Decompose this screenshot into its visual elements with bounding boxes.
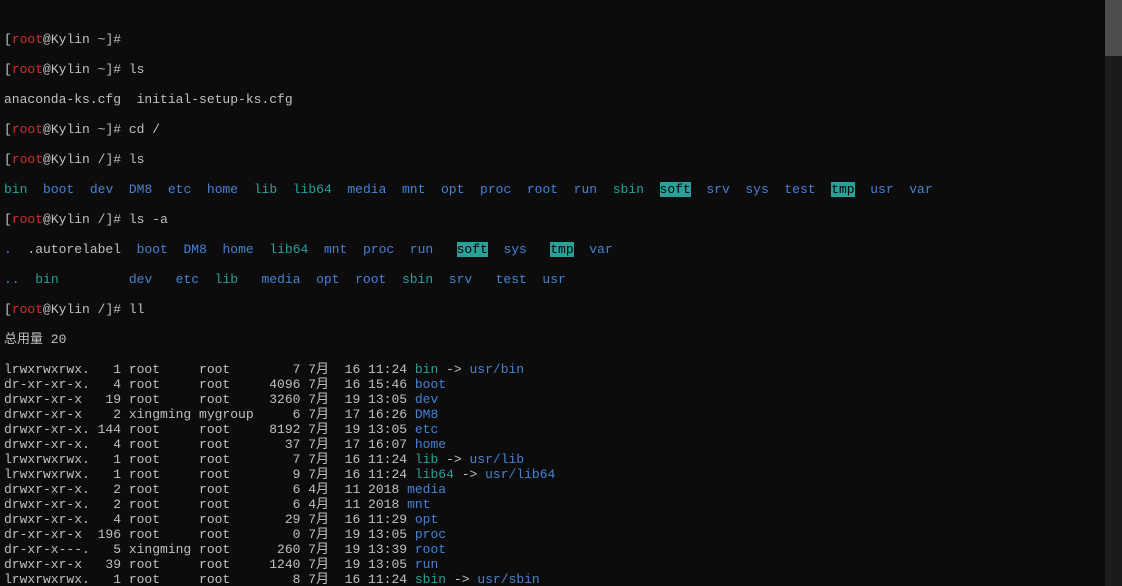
ll-header: 总用量 20 [4,332,1101,347]
scrollbar-thumb[interactable] [1105,0,1122,56]
prompt-line: [root@Kylin /]# ls -a [4,212,1101,227]
ll-row: lrwxrwxrwx. 1 root root 7 7月 16 11:24 li… [4,452,1101,467]
terminal-output[interactable]: [root@Kylin ~]# [root@Kylin ~]# ls anaco… [0,0,1105,586]
ll-row: lrwxrwxrwx. 1 root root 9 7月 16 11:24 li… [4,467,1101,482]
vertical-scrollbar[interactable] [1105,0,1122,586]
ll-row: lrwxrwxrwx. 1 root root 8 7月 16 11:24 sb… [4,572,1101,586]
ll-row: drwxr-xr-x. 144 root root 8192 7月 19 13:… [4,422,1101,437]
prompt-line: [root@Kylin /]# ll [4,302,1101,317]
ll-row: drwxr-xr-x. 4 root root 29 7月 16 11:29 o… [4,512,1101,527]
ll-row: dr-xr-xr-x 196 root root 0 7月 19 13:05 p… [4,527,1101,542]
prompt-line: [root@Kylin ~]# cd / [4,122,1101,137]
ll-row: dr-xr-x---. 5 xingming root 260 7月 19 13… [4,542,1101,557]
prompt-line: [root@Kylin ~]# [4,32,1101,47]
ll-row: drwxr-xr-x. 2 root root 6 4月 11 2018 mnt [4,497,1101,512]
ls-output: anaconda-ks.cfg initial-setup-ks.cfg [4,92,1101,107]
ll-row: drwxr-xr-x 19 root root 3260 7月 19 13:05… [4,392,1101,407]
ll-output: lrwxrwxrwx. 1 root root 7 7月 16 11:24 bi… [4,362,1101,586]
ll-row: drwxr-xr-x 39 root root 1240 7月 19 13:05… [4,557,1101,572]
ls-a-output: . .autorelabel boot DM8 home lib64 mnt p… [4,242,1101,257]
ll-row: drwxr-xr-x. 4 root root 37 7月 17 16:07 h… [4,437,1101,452]
ll-row: lrwxrwxrwx. 1 root root 7 7月 16 11:24 bi… [4,362,1101,377]
ll-row: dr-xr-xr-x. 4 root root 4096 7月 16 15:46… [4,377,1101,392]
prompt-line: [root@Kylin /]# ls [4,152,1101,167]
ll-row: drwxr-xr-x 2 xingming mygroup 6 7月 17 16… [4,407,1101,422]
prompt-line: [root@Kylin ~]# ls [4,62,1101,77]
ll-row: drwxr-xr-x. 2 root root 6 4月 11 2018 med… [4,482,1101,497]
ls-a-output: .. bin dev etc lib media opt root sbin s… [4,272,1101,287]
ls-root-output: bin boot dev DM8 etc home lib lib64 medi… [4,182,1101,197]
